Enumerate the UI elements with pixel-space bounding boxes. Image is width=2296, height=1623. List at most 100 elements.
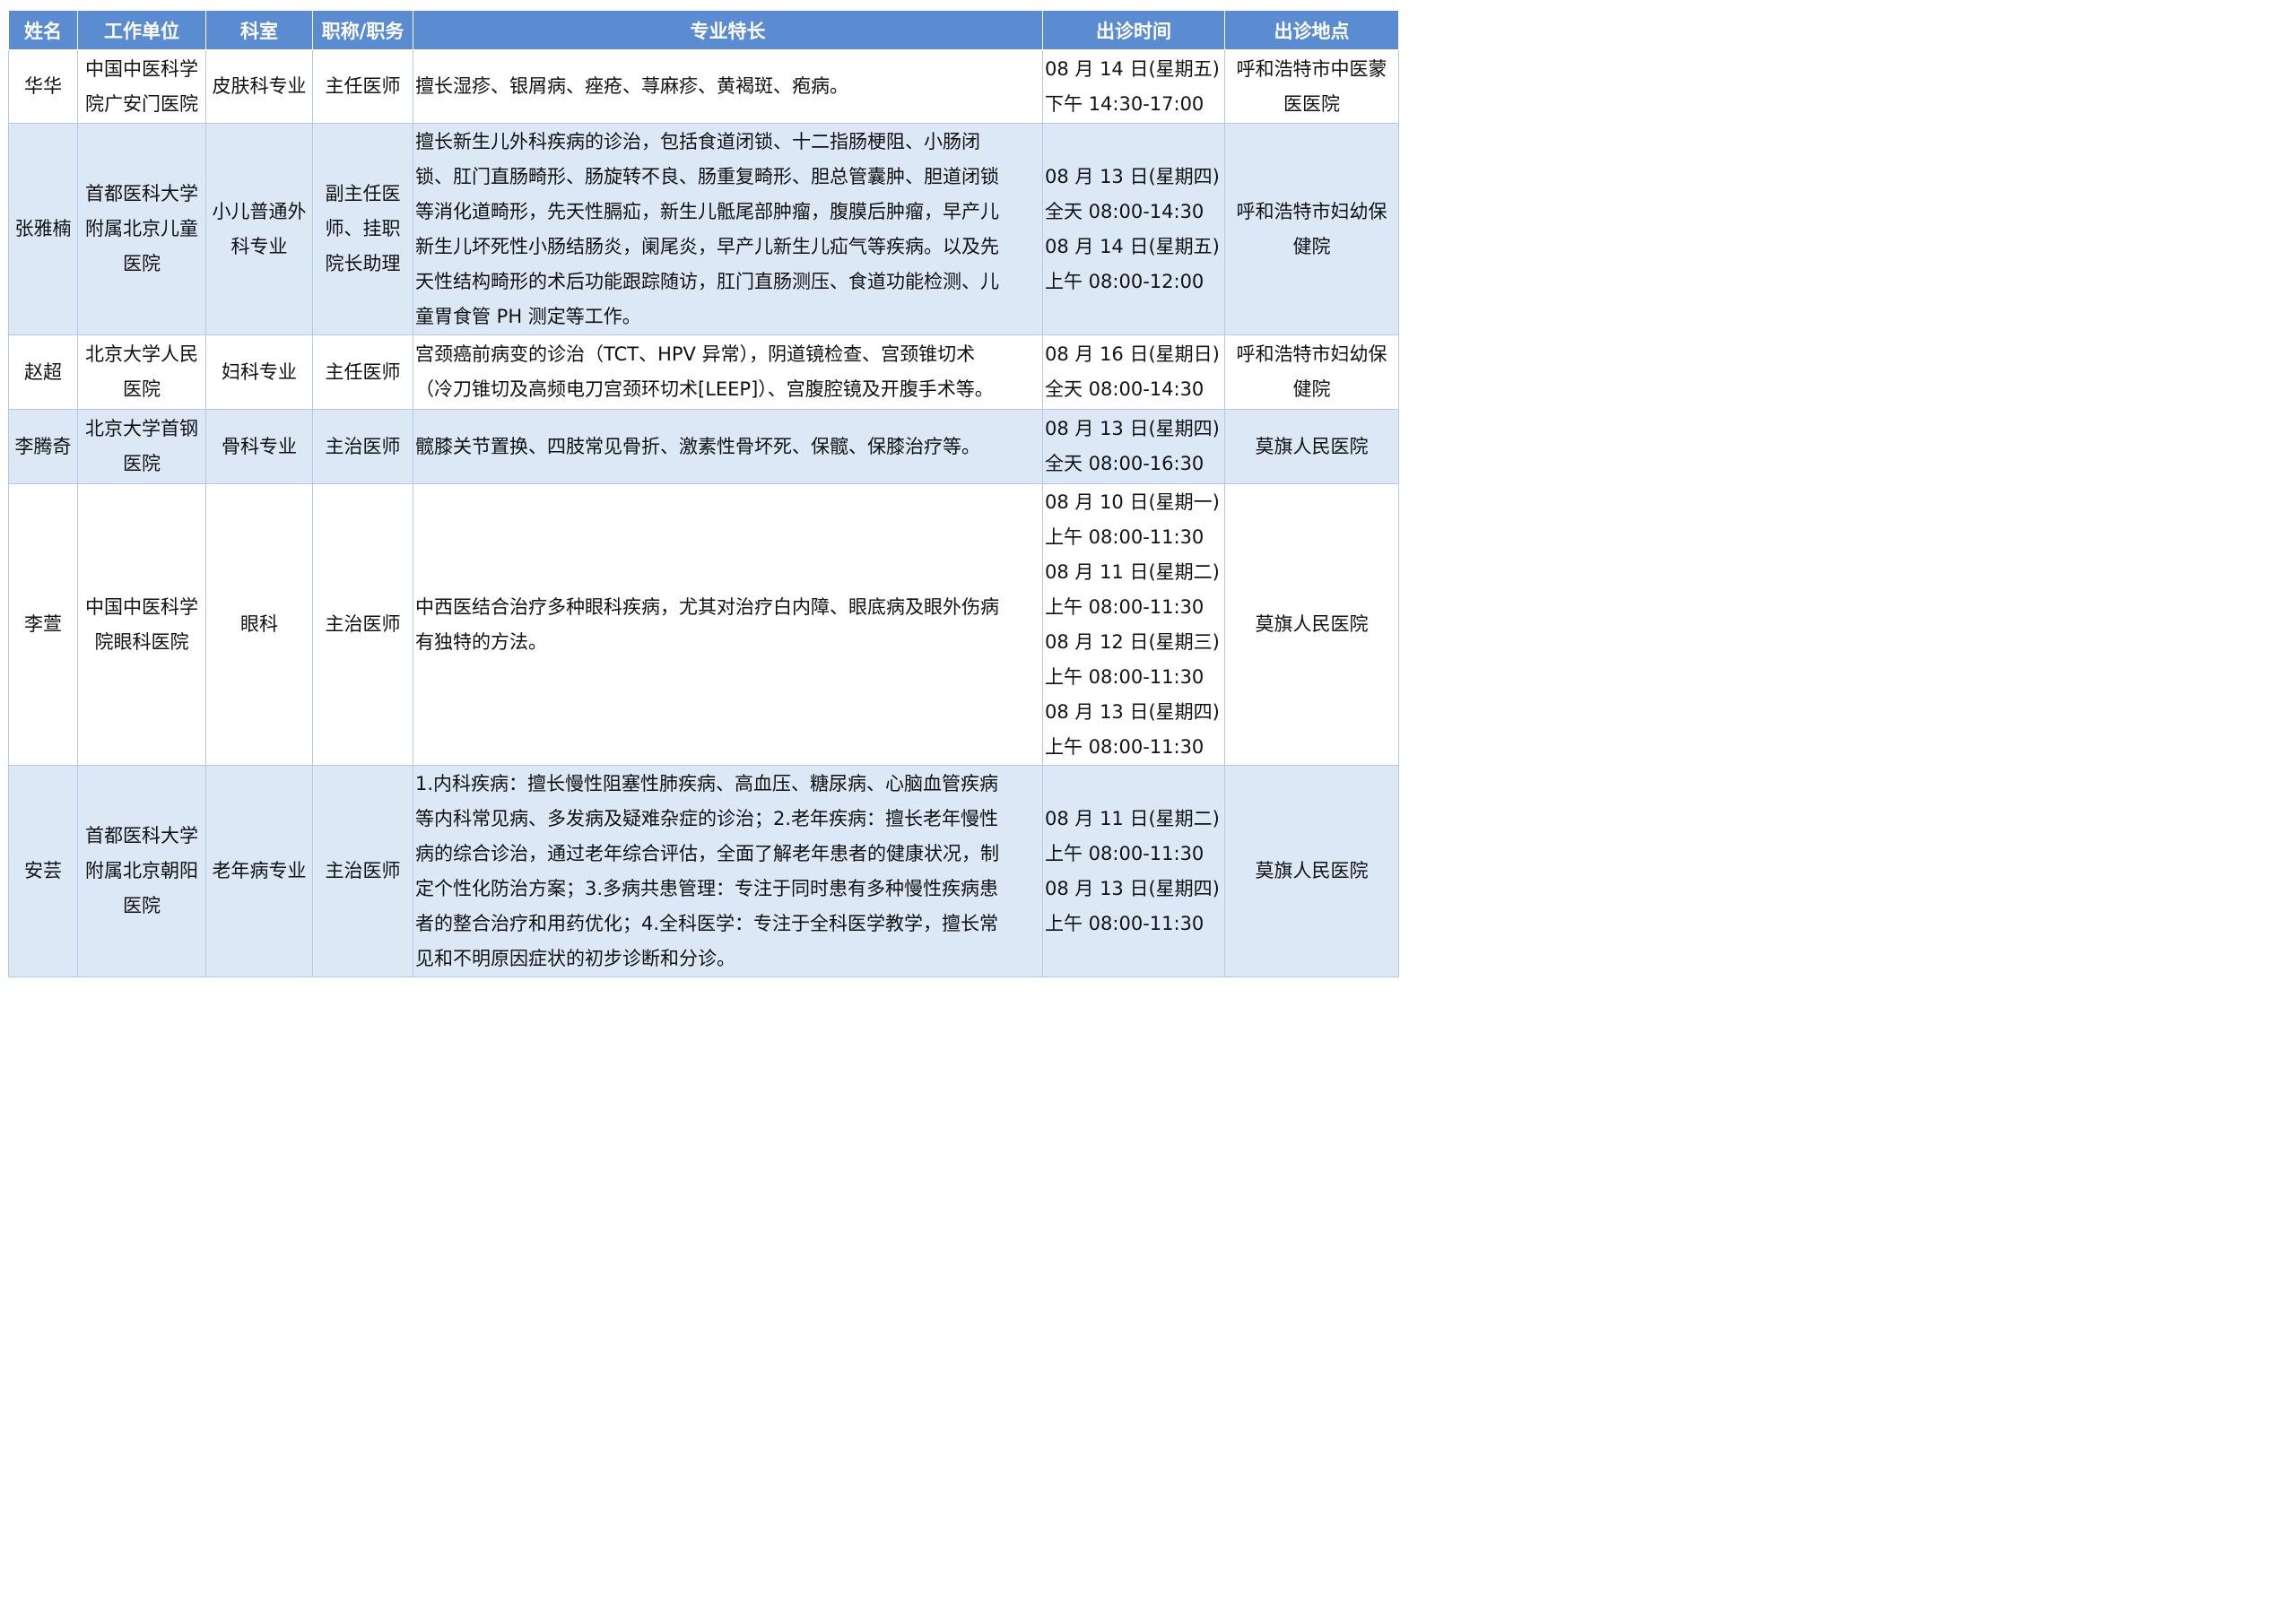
cell-text-line: 有独特的方法。: [415, 630, 547, 653]
cell-text-line: 主治医师: [325, 860, 401, 881]
cell-text-line: 医院: [123, 378, 161, 400]
cell-text-line: 眼科: [240, 613, 278, 635]
cell-text-line: 新生儿坏死性小肠结肠炎，阑尾炎，早产儿新生儿疝气等疾病。以及先: [415, 235, 999, 257]
clinic-time-cell: 08 月 13 日(星期四) 全天 08:00-14:30 08 月 14 日(星期…: [1042, 123, 1225, 335]
schedule-table-wrapper: 姓名 工作单位 科室 职称/职务 专业特长 出诊时间 出诊地点 华华 中国中医科学…: [8, 10, 1399, 977]
cell-text-line: 上午 08:00-11:30: [1045, 842, 1205, 864]
doctor-name-cell: 华华: [8, 49, 78, 124]
cell-text-line: 08 月 14 日(星期五): [1045, 235, 1220, 257]
clinic-place-cell: 莫旗人民医院: [1224, 409, 1399, 484]
cell-text-line: 副主任医: [325, 183, 401, 204]
work-unit-cell: 北京大学人民 医院: [77, 334, 206, 410]
cell-text: 安芸: [24, 860, 62, 881]
cell-text-line: 主治医师: [325, 435, 401, 457]
cell-text-line: 锁、肛门直肠畸形、肠旋转不良、肠重复畸形、胆总管囊肿、胆道闭锁: [415, 165, 999, 187]
cell-text-line: 上午 08:00-11:30: [1045, 525, 1205, 548]
cell-text-line: 附属北京朝阳: [85, 860, 198, 881]
table-row: 安芸 首都医科大学 附属北京朝阳 医院 老年病专业 主治医师 1.内科疾病：擅长慢性阻塞性肺…: [8, 765, 1399, 977]
cell-text-line: （冷刀锥切及高频电刀宫颈环切术[LEEP]）、宫腹腔镜及开腹手术等。: [415, 378, 994, 400]
cell-text: 李腾奇: [14, 435, 72, 457]
specialty-cell: 擅长新生儿外科疾病的诊治，包括食道闭锁、十二指肠梗阻、小肠闭 锁、肛门直肠畸形、肠…: [413, 123, 1043, 335]
cell-text-line: 宫颈癌前病变的诊治（TCT、HPV 异常），阴道镜检查、宫颈锥切术: [415, 343, 976, 365]
clinic-time-cell: 08 月 11 日(星期二) 上午 08:00-11:30 08 月 13 日(星期…: [1042, 765, 1225, 977]
cell-text-line: 北京大学人民: [85, 343, 198, 365]
specialty-cell: 1.内科疾病：擅长慢性阻塞性肺疾病、高血压、糖尿病、心脑血管疾病 等内科常见病、多…: [413, 765, 1043, 977]
cell-text-line: 妇科专业: [222, 360, 297, 383]
table-row: 华华 中国中医科学 院广安门医院 皮肤科专业 主任医师 擅长湿疹、银屑病、痤疮、荨麻疹、黄…: [8, 49, 1399, 124]
clinic-place-cell: 呼和浩特市中医蒙 医医院: [1224, 49, 1399, 124]
cell-text-line: 髋膝关节置换、四肢常见骨折、激素性骨坏死、保髋、保膝治疗等。: [415, 435, 980, 457]
cell-text-line: 08 月 11 日(星期二): [1045, 560, 1220, 583]
cell-text-line: 健院: [1292, 235, 1331, 257]
doctor-name-cell: 赵超: [8, 334, 78, 410]
cell-text-line: 医院: [123, 253, 161, 274]
cell-text-line: 医院: [123, 453, 161, 474]
cell-text-line: 莫旗人民医院: [1255, 435, 1369, 457]
cell-text-line: 老年病专业: [212, 860, 307, 881]
doctor-name-cell: 李腾奇: [8, 409, 78, 484]
cell-text-line: 莫旗人民医院: [1255, 860, 1369, 881]
doctor-name-cell: 张雅楠: [8, 123, 78, 335]
header-title: 职称/职务: [312, 10, 413, 50]
cell-text-line: 呼和浩特市中医蒙: [1236, 57, 1387, 80]
cell-text-line: 08 月 13 日(星期四): [1045, 700, 1220, 723]
cell-text-line: 小儿普通外: [212, 200, 307, 222]
cell-text-line: 科专业: [230, 235, 288, 257]
cell-text-line: 下午 14:30-17:00: [1045, 92, 1205, 115]
cell-text-line: 首都医科大学: [85, 183, 198, 204]
cell-text-line: 中国中医科学: [85, 595, 198, 618]
cell-text-line: 08 月 13 日(星期四): [1045, 418, 1220, 439]
cell-text-line: 上午 08:00-11:30: [1045, 912, 1205, 934]
header-unit: 工作单位: [77, 10, 206, 50]
cell-text-line: 主治医师: [325, 613, 401, 635]
cell-text-line: 等消化道畸形，先天性膈疝，新生儿骶尾部肿瘤，腹膜后肿瘤，早产儿: [415, 200, 999, 222]
cell-text-line: 中西医结合治疗多种眼科疾病，尤其对治疗白内障、眼底病及眼外伤病: [415, 595, 999, 618]
clinic-place-cell: 莫旗人民医院: [1224, 483, 1399, 766]
cell-text-line: 呼和浩特市妇幼保: [1236, 343, 1387, 365]
cell-text-line: 1.内科疾病：擅长慢性阻塞性肺疾病、高血压、糖尿病、心脑血管疾病: [415, 772, 999, 794]
cell-text-line: 呼和浩特市妇幼保: [1236, 200, 1387, 222]
department-cell: 骨科专业: [205, 409, 313, 484]
cell-text-line: 皮肤科专业: [212, 75, 307, 97]
cell-text-line: 院长助理: [325, 253, 401, 274]
table-row: 李萱 中国中医科学 院眼科医院 眼科 主治医师 中西医结合治疗多种眼科疾病，尤其对治疗白内…: [8, 483, 1399, 766]
specialty-cell: 中西医结合治疗多种眼科疾病，尤其对治疗白内障、眼底病及眼外伤病 有独特的方法。: [413, 483, 1043, 766]
table-row: 张雅楠 首都医科大学 附属北京儿童 医院 小儿普通外 科专业 副主任医 师、挂职 院长助理 擅长新…: [8, 123, 1399, 335]
cell-text-line: 擅长湿疹、银屑病、痤疮、荨麻疹、黄褐斑、疱病。: [415, 75, 848, 97]
department-cell: 皮肤科专业: [205, 49, 313, 124]
title-cell: 副主任医师、挂职院长助理: [312, 123, 413, 335]
header-time: 出诊时间: [1042, 10, 1225, 50]
cell-text-line: 上午 08:00-11:30: [1045, 735, 1205, 758]
cell-text-line: 师、挂职: [325, 218, 401, 239]
clinic-time-cell: 08 月 16 日(星期日) 全天 08:00-14:30: [1042, 334, 1225, 410]
department-cell: 小儿普通外 科专业: [205, 123, 313, 335]
cell-text: 张雅楠: [14, 218, 72, 239]
cell-text-line: 首都医科大学: [85, 825, 198, 846]
cell-text-line: 主任医师: [325, 75, 401, 97]
department-cell: 妇科专业: [205, 334, 313, 410]
header-specialty: 专业特长: [413, 10, 1043, 50]
cell-text-line: 中国中医科学: [85, 57, 198, 80]
cell-text-line: 病的综合诊治，通过老年综合评估，全面了解老年患者的健康状况，制: [415, 842, 999, 864]
clinic-time-cell: 08 月 13 日(星期四) 全天 08:00-16:30: [1042, 409, 1225, 484]
table-row: 李腾奇 北京大学首钢 医院 骨科专业 主治医师 髋膝关节置换、四肢常见骨折、激素性骨坏死、…: [8, 409, 1399, 484]
cell-text-line: 08 月 13 日(星期四): [1045, 165, 1220, 187]
cell-text-line: 莫旗人民医院: [1255, 613, 1369, 635]
department-cell: 眼科: [205, 483, 313, 766]
title-cell: 主治医师: [312, 765, 413, 977]
cell-text-line: 全天 08:00-14:30: [1045, 200, 1205, 222]
header-name: 姓名: [8, 10, 78, 50]
table-body: 华华 中国中医科学 院广安门医院 皮肤科专业 主任医师 擅长湿疹、银屑病、痤疮、荨麻疹、黄…: [8, 49, 1399, 977]
header-dept: 科室: [205, 10, 313, 50]
cell-text-line: 主任医师: [325, 360, 401, 383]
work-unit-cell: 中国中医科学 院眼科医院: [77, 483, 206, 766]
work-unit-cell: 首都医科大学 附属北京儿童 医院: [77, 123, 206, 335]
department-cell: 老年病专业: [205, 765, 313, 977]
work-unit-cell: 中国中医科学 院广安门医院: [77, 49, 206, 124]
cell-text-line: 擅长新生儿外科疾病的诊治，包括食道闭锁、十二指肠梗阻、小肠闭: [415, 130, 980, 152]
work-unit-cell: 北京大学首钢 医院: [77, 409, 206, 484]
cell-text-line: 童胃食管 PH 测定等工作。: [415, 305, 641, 327]
cell-text-line: 上午 08:00-11:30: [1045, 665, 1205, 688]
cell-text-line: 等内科常见病、多发病及疑难杂症的诊治；2.老年疾病：擅长老年慢性: [415, 807, 999, 829]
cell-text-line: 08 月 14 日(星期五): [1045, 57, 1220, 80]
